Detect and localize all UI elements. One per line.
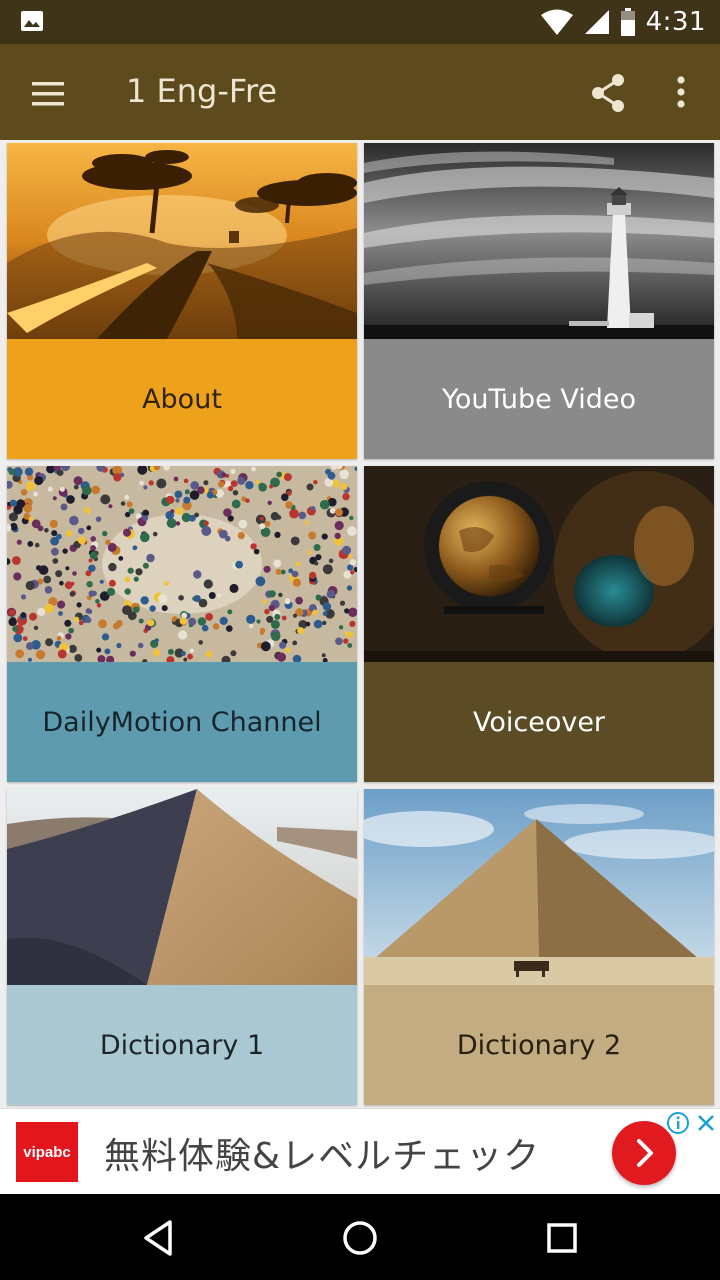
gallery-icon <box>21 11 43 31</box>
nav-bar <box>0 1194 720 1280</box>
tile-label: YouTube Video <box>441 383 637 415</box>
lighthouse-image <box>364 143 714 339</box>
tile-label: Dictionary 1 <box>99 1029 265 1061</box>
tile-label-area: Dictionary 2 <box>364 985 714 1105</box>
back-icon[interactable] <box>130 1210 186 1266</box>
tile-youtube-video[interactable]: YouTube Video <box>364 143 714 459</box>
status-bar: 4:31 <box>0 0 720 44</box>
share-icon[interactable] <box>586 70 632 116</box>
tile-label-area: Voiceover <box>364 662 714 782</box>
tile-about[interactable]: About <box>7 143 357 459</box>
tile-label-area: DailyMotion Channel <box>7 662 357 782</box>
ad-brand-logo: vipabc <box>16 1122 78 1182</box>
more-vert-icon[interactable] <box>664 70 698 116</box>
tile-label-area: Dictionary 1 <box>7 985 357 1105</box>
home-icon[interactable] <box>332 1210 388 1266</box>
status-time: 4:31 <box>645 7 706 37</box>
globe-image <box>364 466 714 662</box>
close-icon[interactable] <box>694 1111 718 1135</box>
tile-label-area: YouTube Video <box>364 339 714 459</box>
tile-voiceover[interactable]: Voiceover <box>364 466 714 782</box>
savanna-sunset-image <box>7 143 357 339</box>
menu-icon[interactable] <box>26 74 72 114</box>
signal-icon <box>584 10 609 34</box>
pyramid-image <box>364 789 714 985</box>
menu-grid: About YouTube Video DailyMotion Channel … <box>0 140 720 1108</box>
tile-dictionary-2[interactable]: Dictionary 2 <box>364 789 714 1105</box>
tile-label: Dictionary 2 <box>456 1029 622 1061</box>
ad-banner[interactable]: vipabc 無料体験&レベルチェック <box>0 1108 720 1194</box>
recents-icon[interactable] <box>534 1210 590 1266</box>
tile-dictionary-1[interactable]: Dictionary 1 <box>7 789 357 1105</box>
tile-label: DailyMotion Channel <box>42 706 322 738</box>
info-icon[interactable] <box>666 1111 690 1135</box>
sand-dune-image <box>7 789 357 985</box>
tile-label: Voiceover <box>472 706 606 738</box>
tile-label: About <box>142 383 222 415</box>
ad-text: 無料体験&レベルチェック <box>104 1136 541 1177</box>
app-title: 1 Eng-Fre <box>126 72 278 110</box>
crowd-image <box>7 466 357 662</box>
tile-dailymotion-channel[interactable]: DailyMotion Channel <box>7 466 357 782</box>
battery-icon <box>620 8 635 36</box>
app-bar: 1 Eng-Fre <box>0 44 720 140</box>
tile-label-area: About <box>7 339 357 459</box>
wifi-icon <box>540 9 573 35</box>
